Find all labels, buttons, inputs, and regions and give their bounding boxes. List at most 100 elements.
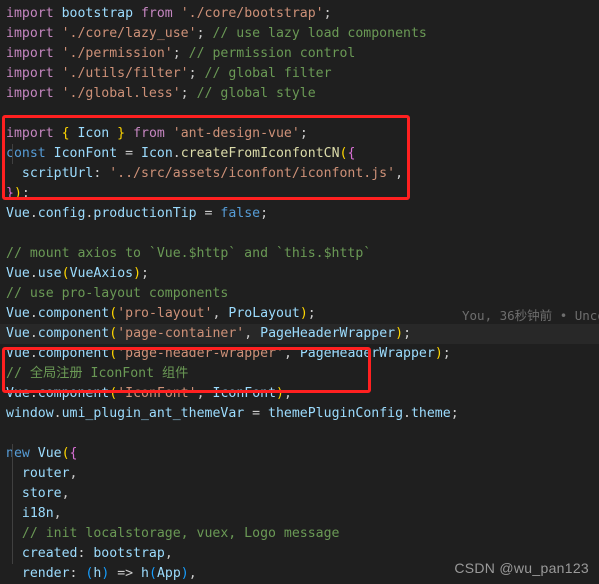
code-line-19[interactable]: // 全局注册 IconFont 组件 — [0, 364, 599, 384]
token-string: './permission' — [61, 46, 173, 61]
code-line-8[interactable]: const IconFont = Icon.createFromIconfont… — [0, 144, 599, 164]
code-line-4[interactable]: import './utils/filter'; // global filte… — [0, 64, 599, 84]
token-identifier: PageHeaderWrapper — [260, 326, 396, 341]
token-keyword: import — [6, 86, 62, 101]
token-paren: ( — [109, 386, 118, 401]
token-property: umi_plugin_ant_themeVar — [61, 406, 245, 421]
code-line-26[interactable]: i18n, — [0, 504, 599, 524]
code-editor[interactable]: import bootstrap from './core/bootstrap'… — [0, 0, 599, 584]
code-lines[interactable]: import bootstrap from './core/bootstrap'… — [0, 0, 599, 584]
token-identifier: VueAxios — [69, 266, 134, 281]
code-line-25[interactable]: store, — [0, 484, 599, 504]
token-punct: ; — [172, 46, 181, 61]
token-string: 'pro-layout' — [117, 306, 213, 321]
token-operator: = — [196, 206, 221, 221]
token-property: config — [37, 206, 86, 221]
token-brace: } — [6, 186, 14, 201]
token-comment: // use pro-layout components — [6, 286, 229, 301]
token-identifier: Vue — [37, 446, 62, 461]
token-keyword: from — [125, 126, 173, 141]
token-paren: ( — [61, 446, 70, 461]
token-property: store — [6, 486, 62, 501]
token-comment: // permission control — [180, 46, 356, 61]
code-line-11[interactable]: Vue.config.productionTip = false; — [0, 204, 599, 224]
token-paren: ) — [434, 346, 443, 361]
code-line-17[interactable]: Vue.component('page-container', PageHead… — [0, 324, 599, 344]
token-punct: ; — [188, 66, 197, 81]
token-identifier: themePluginConfig — [268, 406, 404, 421]
token-punct: , — [196, 386, 213, 401]
token-punct: . — [172, 146, 181, 161]
code-line-21[interactable]: window.umi_plugin_ant_themeVar = themePl… — [0, 404, 599, 424]
code-line-18[interactable]: Vue.component('page-header-wrapper', Pag… — [0, 344, 599, 364]
token-operator: => — [109, 566, 142, 581]
token-keyword: from — [133, 6, 181, 21]
code-line-7[interactable]: import { Icon } from 'ant-design-vue'; — [0, 124, 599, 144]
token-comment: // 全局注册 IconFont 组件 — [6, 366, 189, 381]
git-blame-annotation[interactable]: You, 36秒钟前 • Unco — [462, 306, 599, 326]
token-punct: , — [61, 486, 70, 501]
token-identifier: App — [156, 566, 181, 581]
token-identifier: Vue — [6, 266, 30, 281]
token-identifier: ProLayout — [228, 306, 300, 321]
token-property: component — [37, 386, 110, 401]
token-comment: // use lazy load components — [204, 26, 427, 41]
token-punct: ; — [283, 386, 292, 401]
token-string: 'IconFont' — [117, 386, 197, 401]
code-line-12[interactable] — [0, 224, 599, 244]
code-line-22[interactable] — [0, 424, 599, 444]
token-punct: , — [69, 466, 78, 481]
code-line-9[interactable]: scriptUrl: '../src/assets/iconfont/iconf… — [0, 164, 599, 184]
code-line-15[interactable]: // use pro-layout components — [0, 284, 599, 304]
code-line-2[interactable]: import './core/lazy_use'; // use lazy lo… — [0, 24, 599, 44]
token-punct: ; — [450, 406, 459, 421]
token-punct: . — [29, 346, 38, 361]
code-line-14[interactable]: Vue.use(VueAxios); — [0, 264, 599, 284]
code-line-1[interactable]: import bootstrap from './core/bootstrap'… — [0, 4, 599, 24]
token-paren: ( — [149, 566, 157, 581]
code-line-27[interactable]: // init localstorage, vuex, Logo message — [0, 524, 599, 544]
token-paren: ) — [13, 186, 22, 201]
code-line-5[interactable]: import './global.less'; // global style — [0, 84, 599, 104]
token-punct: , — [244, 326, 261, 341]
code-line-20[interactable]: Vue.component('IconFont', IconFont); — [0, 384, 599, 404]
code-line-3[interactable]: import './permission'; // permission con… — [0, 44, 599, 64]
token-identifier: Vue — [6, 326, 30, 341]
token-punct: , — [395, 166, 404, 181]
code-line-24[interactable]: router, — [0, 464, 599, 484]
csdn-watermark: CSDN @wu_pan123 — [454, 560, 589, 576]
token-punct: : — [93, 166, 110, 181]
token-punct: : — [77, 546, 94, 561]
code-line-13[interactable]: // mount axios to `Vue.$http` and `this.… — [0, 244, 599, 264]
indent-guide — [12, 144, 13, 164]
token-property: scriptUrl — [6, 166, 94, 181]
token-punct: ; — [141, 266, 149, 281]
token-keyword: import — [6, 66, 62, 81]
token-identifier: h — [141, 566, 149, 581]
token-comment: // mount axios to `Vue.$http` and `this.… — [6, 246, 372, 261]
token-punct: , — [283, 346, 300, 361]
token-punct: ; — [299, 126, 308, 141]
code-line-6[interactable] — [0, 104, 599, 124]
token-punct: ; — [180, 86, 189, 101]
token-paren: ( — [109, 326, 118, 341]
token-punct: . — [29, 386, 38, 401]
indent-guide — [12, 444, 13, 564]
token-paren: ( — [109, 346, 118, 361]
token-brace: { — [347, 146, 356, 161]
token-identifier: IconFont — [53, 146, 118, 161]
token-property: component — [37, 306, 110, 321]
token-property: use — [37, 266, 62, 281]
token-identifier: Vue — [6, 346, 30, 361]
token-string: './global.less' — [61, 86, 181, 101]
token-property: render — [6, 566, 70, 581]
token-keyword: import — [6, 126, 62, 141]
token-paren: ) — [299, 306, 308, 321]
token-identifier: Icon — [141, 146, 173, 161]
token-keyword: const — [6, 146, 54, 161]
code-line-10[interactable]: }); — [0, 184, 599, 204]
token-keyword: new — [6, 446, 38, 461]
code-line-23[interactable]: new Vue({ — [0, 444, 599, 464]
token-identifier: Vue — [6, 386, 30, 401]
token-punct: . — [29, 306, 38, 321]
